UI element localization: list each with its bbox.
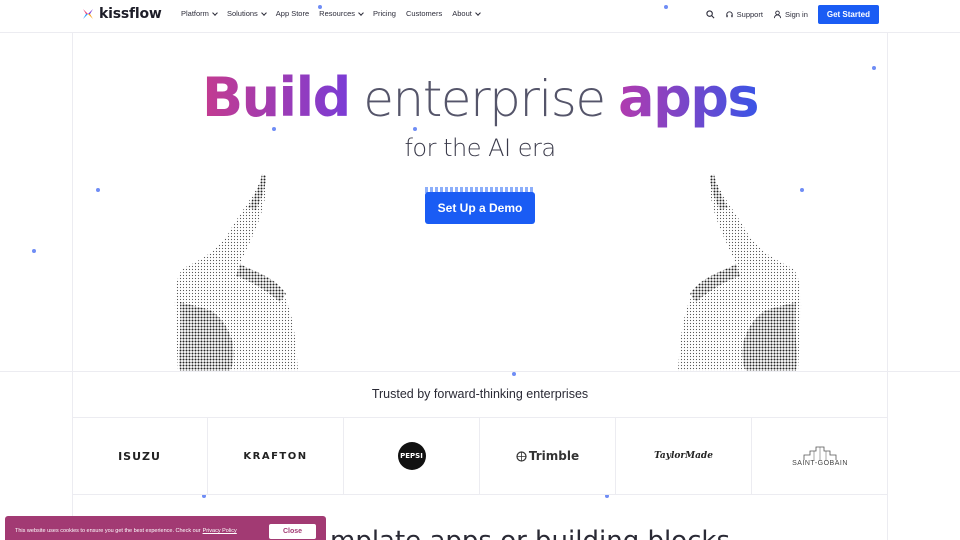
- chevron-down-icon: [260, 9, 267, 16]
- signin-label: Sign in: [784, 10, 808, 19]
- decorative-dot: [32, 249, 36, 253]
- nav-platform[interactable]: Platform: [181, 9, 218, 18]
- privacy-policy-link[interactable]: Privacy Policy: [203, 528, 237, 534]
- cookie-text: This website uses cookies to ensure you …: [15, 528, 201, 534]
- decorative-dot: [272, 127, 276, 131]
- hero-title-apps: apps: [618, 66, 759, 129]
- trimble-wordmark: Trimble: [528, 449, 580, 463]
- nav-platform-label: Platform: [181, 9, 209, 18]
- nav-resources[interactable]: Resources: [319, 9, 364, 18]
- nav-solutions[interactable]: Solutions: [226, 9, 267, 18]
- nav-app-store[interactable]: App Store: [276, 9, 309, 18]
- decorative-dot: [96, 188, 100, 192]
- nav-resources-label: Resources: [319, 9, 356, 18]
- kissflow-logo-icon: [83, 9, 93, 19]
- chevron-down-icon: [358, 9, 364, 16]
- search-button[interactable]: [706, 10, 715, 19]
- logo-cell-pepsi: PEPSI: [344, 418, 480, 494]
- saint-gobain-logo: SAINT-GOBAIN: [792, 446, 848, 467]
- nav-about[interactable]: About: [452, 9, 481, 18]
- trimble-logo: Trimble: [516, 449, 579, 463]
- left-hand-illustration: [174, 174, 298, 371]
- nav-about-label: About: [452, 9, 472, 18]
- trimble-globe-icon: [516, 450, 527, 462]
- trusted-heading: Trusted by forward-thinking enterprises: [371, 387, 589, 401]
- set-up-demo-button[interactable]: Set Up a Demo: [425, 192, 535, 224]
- logo-cell-isuzu: ISUZU: [72, 418, 208, 494]
- decorative-dot: [664, 5, 668, 9]
- decorative-dot: [512, 372, 516, 376]
- decorative-dot: [800, 188, 804, 192]
- hero-subtitle: for the AI era: [404, 134, 556, 162]
- headset-icon: [726, 11, 733, 18]
- saint-gobain-wordmark: SAINT-GOBAIN: [792, 459, 848, 467]
- user-icon: [773, 10, 782, 19]
- support-label: Support: [736, 10, 763, 19]
- decorative-dot: [872, 66, 876, 70]
- nav-customers-label: Customers: [405, 9, 443, 18]
- hero-title-enterprise: enterprise: [363, 70, 606, 128]
- customer-logos: ISUZU KRAFTON PEPSI Trimble TaylorMade S…: [72, 417, 888, 495]
- logo-cell-taylormade: TaylorMade: [616, 418, 752, 494]
- next-section-heading: mplate apps or building blocks: [330, 526, 730, 540]
- krafton-logo: KRAFTON: [243, 450, 308, 462]
- nav-solutions-label: Solutions: [226, 9, 258, 18]
- kissflow-logo[interactable]: kissflow: [81, 6, 162, 22]
- get-started-button[interactable]: Get Started: [817, 5, 879, 24]
- header-tools: Support Sign in Get Started: [706, 5, 879, 24]
- saint-gobain-building-icon: [803, 446, 837, 460]
- taylormade-logo: TaylorMade: [654, 451, 713, 461]
- nav-customers[interactable]: Customers: [406, 9, 442, 18]
- decorative-dot: [318, 5, 322, 9]
- decorative-dot: [413, 127, 417, 131]
- section-divider: [0, 371, 960, 372]
- hero-title: Build enterprise apps: [0, 66, 960, 131]
- signin-link[interactable]: Sign in: [773, 10, 808, 19]
- brand-name: kissflow: [99, 6, 162, 22]
- hero-title-build: Build: [201, 66, 351, 129]
- pepsi-logo: PEPSI: [397, 442, 426, 470]
- logo-cell-krafton: KRAFTON: [208, 418, 344, 494]
- nav-pricing[interactable]: Pricing: [373, 9, 396, 18]
- chevron-down-icon: [212, 9, 218, 16]
- logo-cell-trimble: Trimble: [480, 418, 616, 494]
- search-icon: [706, 10, 715, 19]
- logo-cell-saint-gobain: SAINT-GOBAIN: [752, 418, 888, 494]
- cookie-banner: This website uses cookies to ensure you …: [5, 516, 326, 540]
- isuzu-logo: ISUZU: [118, 449, 161, 463]
- nav-app-store-label: App Store: [275, 9, 310, 18]
- nav-pricing-label: Pricing: [373, 9, 396, 18]
- right-hand-illustration: [678, 174, 802, 371]
- chevron-down-icon: [474, 9, 481, 16]
- site-header: kissflow Platform Solutions App Store Re…: [0, 0, 960, 33]
- cookie-close-button[interactable]: Close: [268, 523, 316, 539]
- main-nav: Platform Solutions App Store Resources P…: [181, 9, 481, 18]
- support-link[interactable]: Support: [725, 10, 763, 19]
